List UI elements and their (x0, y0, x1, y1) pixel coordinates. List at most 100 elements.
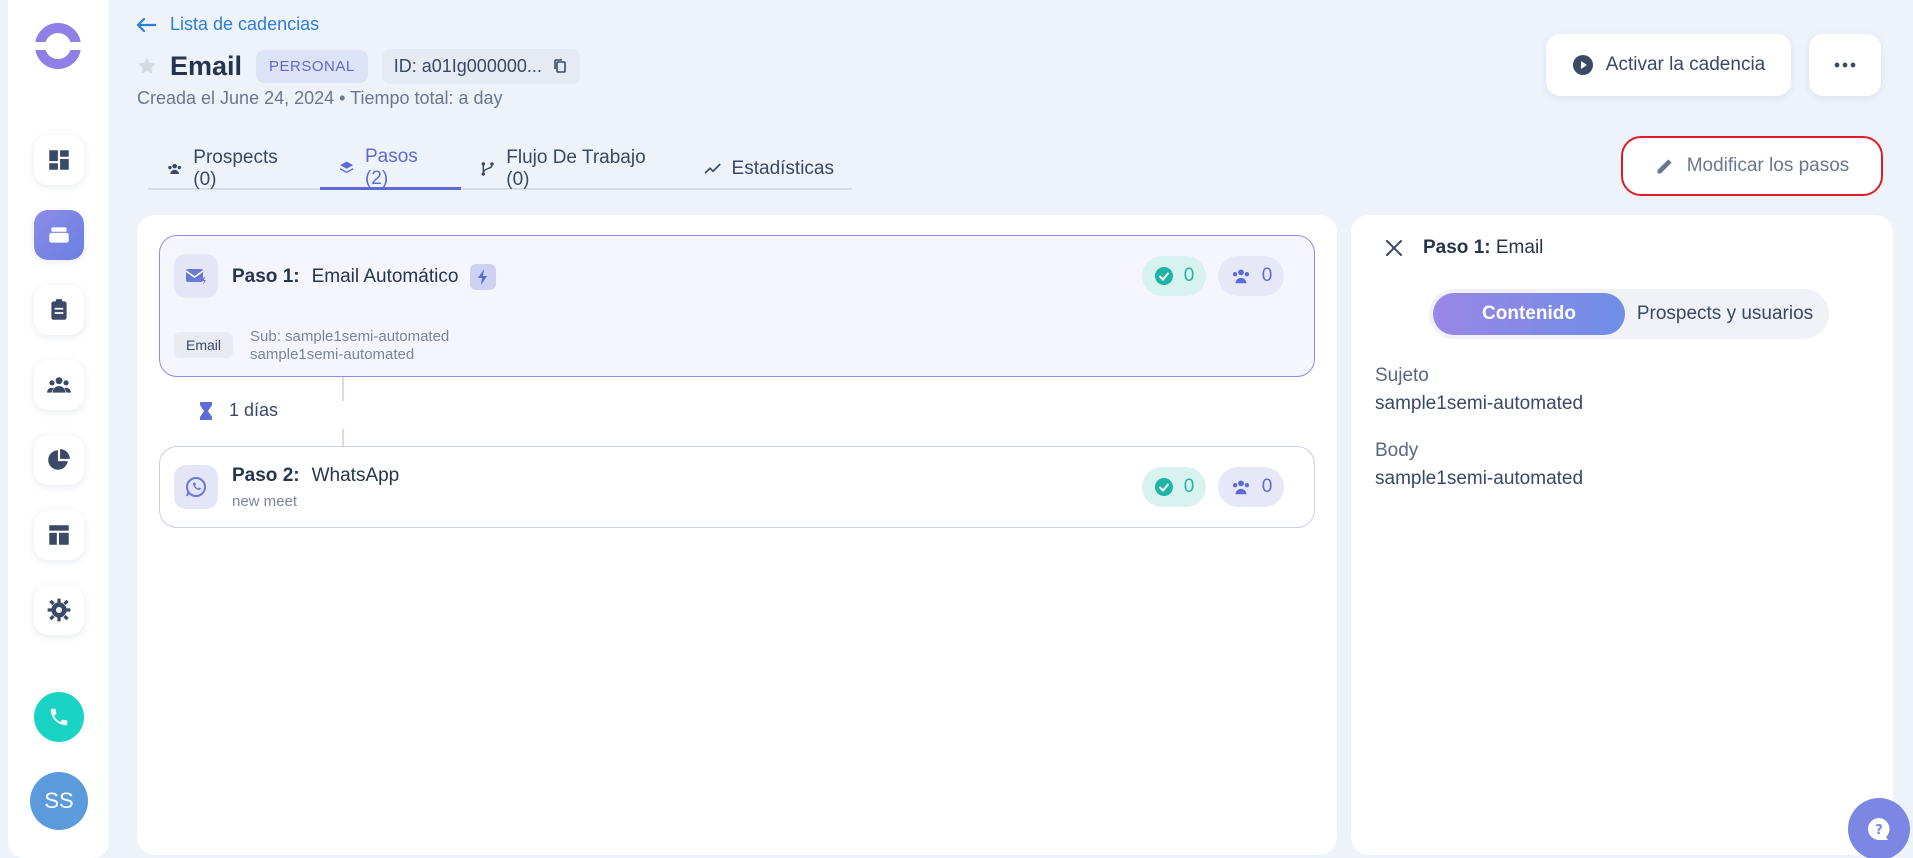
inbox-stack-icon (49, 227, 69, 243)
completed-count: 0 (1183, 476, 1195, 497)
people-count: 0 (1261, 476, 1273, 497)
tab-prospects-label: Prospects (0) (193, 147, 278, 190)
step-number: Paso 2: (232, 465, 300, 486)
group-icon (47, 377, 71, 393)
title-row: Email PERSONAL ID: a01Ig000000... (136, 48, 580, 84)
play-circle-icon (1572, 55, 1593, 75)
workflow-icon (481, 162, 494, 176)
body-label: Body (1375, 440, 1419, 461)
step-connector (342, 377, 344, 401)
check-circle-icon (1154, 267, 1173, 285)
subject-label: Sujeto (1375, 365, 1429, 386)
phone-icon (50, 708, 68, 726)
more-options-button[interactable] (1809, 34, 1881, 96)
cadence-subtitle: Creada el June 24, 2024 • Tiempo total: … (137, 88, 503, 108)
step-title: Paso 1: Email Automático (232, 264, 497, 290)
tab-statistics[interactable]: Estadísticas (686, 148, 852, 190)
detail-segmented-control: Contenido Prospects y usuarios (1429, 289, 1829, 339)
sidebar: SS (8, 0, 109, 858)
id-chip: ID: a01Ig000000... (381, 48, 580, 84)
hourglass-icon (200, 401, 212, 420)
nav-tasks-button[interactable] (34, 285, 84, 335)
nav-dashboard-button[interactable] (34, 135, 84, 185)
help-chat-icon: ? (1868, 818, 1890, 840)
dashboard-icon (49, 150, 69, 170)
tab-steps-label: Pasos (2) (364, 145, 418, 189)
detail-header: Paso 1: Email (1385, 237, 1543, 259)
modify-steps-button[interactable]: Modificar los pasos (1621, 136, 1883, 196)
arrow-left-icon (136, 17, 156, 32)
steps-panel: Paso 1: Email Automático 0 0 Email Sub: … (137, 215, 1337, 855)
clipboard-icon (51, 299, 67, 320)
step-name: Email Automático (311, 266, 459, 287)
body-value: sample1semi-automated (1375, 468, 1584, 489)
group-icon (1232, 480, 1249, 495)
tab-prospects[interactable]: Prospects (0) (148, 147, 320, 190)
layers-icon (339, 161, 354, 173)
page-title: Email (170, 50, 243, 81)
tab-workflow-label: Flujo De Trabajo (0) (506, 147, 646, 190)
cadence-tabs: Prospects (0) Pasos (2) Flujo De Trabajo… (148, 145, 852, 190)
step-detail-panel: Paso 1: Email Contenido Prospects y usua… (1351, 215, 1893, 855)
detail-step-number: Paso 1: (1423, 237, 1491, 258)
svg-text:?: ? (1875, 823, 1883, 838)
activate-cadence-label: Activar la cadencia (1605, 54, 1766, 75)
layout-icon (49, 525, 69, 545)
step-body-line: sample1semi-automated (250, 346, 415, 363)
group-icon (1232, 269, 1249, 284)
avatar-initials: SS (44, 788, 74, 813)
help-button[interactable]: ? (1848, 798, 1910, 858)
segment-content[interactable]: Contenido (1433, 293, 1625, 335)
step-card-2[interactable]: Paso 2: WhatsApp new meet 0 0 (159, 446, 1315, 528)
close-icon[interactable] (1385, 239, 1403, 257)
back-link[interactable]: Lista de cadencias (136, 14, 319, 35)
people-count-pill: 0 (1218, 256, 1284, 296)
lightning-icon (478, 269, 488, 285)
delay-indicator: 1 días (199, 400, 278, 421)
user-avatar[interactable]: SS (30, 772, 88, 830)
step-card-1[interactable]: Paso 1: Email Automático 0 0 Email Sub: … (159, 235, 1315, 377)
copy-icon[interactable] (552, 58, 568, 74)
step-type-badge (174, 465, 218, 509)
tab-statistics-label: Estadísticas (731, 158, 834, 179)
people-count-pill: 0 (1218, 467, 1284, 507)
step-type-badge (174, 254, 218, 298)
whatsapp-icon (186, 477, 206, 497)
id-label: ID: a01Ig000000... (393, 55, 542, 76)
step-title: Paso 2: WhatsApp (232, 465, 399, 487)
tab-steps[interactable]: Pasos (2) (319, 145, 461, 190)
step-name: WhatsApp (311, 465, 400, 486)
activate-cadence-button[interactable]: Activar la cadencia (1546, 34, 1791, 96)
auto-email-icon (185, 269, 206, 285)
step-subject-line: Sub: sample1semi-automated (250, 328, 450, 345)
detail-step-type: Email (1495, 237, 1544, 258)
nav-cadences-button[interactable] (34, 210, 84, 260)
phone-button[interactable] (34, 692, 84, 742)
completed-count: 0 (1183, 265, 1195, 286)
visibility-badge: PERSONAL (256, 49, 368, 83)
completed-count-pill: 0 (1142, 467, 1206, 507)
people-count: 0 (1261, 265, 1273, 286)
step-description: new meet (232, 493, 298, 510)
more-horizontal-icon (1834, 62, 1856, 68)
subject-value: sample1semi-automated (1375, 393, 1584, 414)
channel-tag: Email (174, 332, 234, 358)
detail-title: Paso 1: Email (1423, 237, 1543, 259)
star-icon[interactable] (136, 55, 158, 77)
nav-templates-button[interactable] (34, 510, 84, 560)
users-icon (168, 163, 182, 175)
completed-count-pill: 0 (1142, 256, 1206, 296)
pencil-icon (1657, 159, 1672, 174)
app-logo[interactable] (34, 22, 82, 70)
back-link-label: Lista de cadencias (170, 14, 320, 34)
segment-prospects-users[interactable]: Prospects y usuarios (1625, 293, 1825, 335)
delay-label: 1 días (229, 400, 279, 420)
pie-chart-icon (48, 449, 70, 470)
step-number: Paso 1: (232, 266, 300, 287)
nav-reports-button[interactable] (34, 435, 84, 485)
nav-settings-button[interactable] (34, 585, 84, 635)
tab-workflow[interactable]: Flujo De Trabajo (0) (461, 147, 686, 190)
check-circle-icon (1154, 478, 1173, 496)
nav-people-button[interactable] (34, 360, 84, 410)
chart-line-icon (704, 163, 721, 174)
